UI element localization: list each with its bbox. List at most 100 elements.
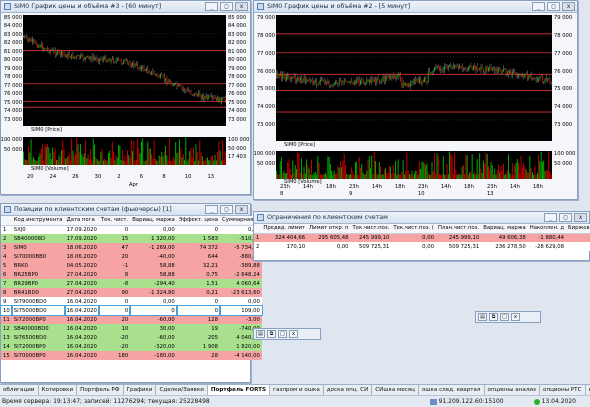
minimized-window-right[interactable]: ▤ ⧉ □ x <box>475 311 541 323</box>
table-row[interactable]: 1 324 404,66 295 605,48 245 999,10 0,00 245 9… <box>254 233 590 242</box>
workspace-tab[interactable]: опционы РТС <box>540 385 586 395</box>
limits-column-header[interactable]: Лимит откр. п <box>307 224 351 234</box>
workspace-tab[interactable]: доска опц. СИ <box>323 385 373 395</box>
workspace-tab[interactable]: ошка след. квартал <box>418 385 485 395</box>
table-row[interactable]: 14 SI72000BP0 16.04.2020 -20 -320,00 1 908 1 8… <box>1 342 262 351</box>
limits-column-header[interactable]: Вариац. маржа <box>481 224 528 234</box>
close-button[interactable]: x <box>562 2 575 11</box>
positions-column-header[interactable]: Вариац. маржа <box>130 216 177 226</box>
candle-body <box>189 91 191 93</box>
workspace-tab[interactable]: нефть <box>585 385 590 395</box>
chart1-volume-pane[interactable] <box>23 137 226 165</box>
maximize-button[interactable]: □ <box>500 313 509 321</box>
table-row[interactable]: 2 SB400008D 17.09.2020 15 1 320,00 1 583 -510,… <box>1 234 262 243</box>
candle-body <box>313 80 315 84</box>
workspace-tab[interactable]: Котировки <box>38 385 78 395</box>
chart-window-60min[interactable]: SIM0 График цены и объёма #3 - [60 минут… <box>0 0 251 195</box>
volume-bar <box>412 174 414 179</box>
limits-column-header[interactable]: Накоплен. д <box>527 224 566 234</box>
chart2-price-pane[interactable] <box>276 15 552 141</box>
chart2-volume-pane[interactable] <box>276 151 552 179</box>
volume-bar <box>134 160 136 165</box>
table-row[interactable]: 12 SB40000BD0 16.04.2020 10 30,00 19 -740,00 <box>1 324 262 333</box>
minimize-button[interactable]: _ <box>532 2 545 11</box>
workspace-tab[interactable]: облигации <box>0 385 39 395</box>
table-row[interactable]: 8 BR41BD0 27.04.2020 90 -1 324,80 0,21 -23 613… <box>1 288 262 297</box>
minimized-window-left[interactable]: ▤ ⧉ □ x <box>253 328 321 340</box>
chart2-titlebar[interactable]: SIM0 График цены и объёма #2 - [5 минут] <box>254 1 577 13</box>
candle-body <box>120 60 122 63</box>
positions-window[interactable]: Позиции по клиентским счетам (фьючерсы) … <box>0 203 263 383</box>
workspace-tab[interactable]: Сделки/Заявки <box>156 385 208 395</box>
chart-window-5min[interactable]: SIM0 График цены и объёма #2 - [5 минут]… <box>253 0 578 200</box>
table-row[interactable]: 10 SI75000BD0 16.04.2020 0 0 0 109,00 <box>0 305 263 316</box>
table-row[interactable]: 2 170,10 0,00 509 725,31 0,00 509 725,31 236 2… <box>254 242 590 251</box>
workspace-tab[interactable]: опционы анализ <box>484 385 541 395</box>
candle-body <box>291 78 292 80</box>
candle-body <box>96 58 98 61</box>
candle-body <box>94 58 95 59</box>
limits-column-header[interactable]: Тек.чист.поз. <box>350 224 392 234</box>
positions-column-header[interactable]: Дата пога <box>64 216 99 226</box>
close-button[interactable]: x <box>574 213 587 222</box>
workspace-tab[interactable]: Портфель РФ <box>77 385 124 395</box>
positions-column-header[interactable]: Эффект. цена <box>176 216 220 226</box>
volume-bar <box>322 174 324 179</box>
restore-button[interactable]: ⧉ <box>267 330 276 338</box>
table-row[interactable]: 9 SI79000BD0 16.04.2020 0 0,00 0 0,00 <box>1 297 262 306</box>
limits-column-header[interactable]: План.чист.поз. <box>435 224 482 234</box>
close-button[interactable]: x <box>235 2 248 11</box>
workspace-tab[interactable]: СИшка месяц <box>372 385 419 395</box>
positions-column-header[interactable]: Тек. чист. <box>98 216 131 226</box>
maximize-button[interactable]: □ <box>559 213 572 222</box>
limits-column-header[interactable]: Биржевые с <box>566 224 590 234</box>
candle-body <box>28 38 29 41</box>
limits-column-header[interactable] <box>254 224 262 234</box>
limits-titlebar[interactable]: Ограничения по клиентским счетам <box>254 212 589 224</box>
table-row[interactable]: 6 BR25BP0 27.04.2020 8 58,88 0,75 -2 648,24 <box>1 270 262 279</box>
minimize-button[interactable]: _ <box>205 2 218 11</box>
close-button[interactable]: x <box>289 330 298 338</box>
table-row[interactable]: 11 SI72000BP0 16.04.2020 20 -60,00 128 -3,00 <box>1 315 262 324</box>
chart1-right-tick: 75 000 <box>228 99 247 106</box>
candle-body <box>57 50 59 55</box>
candle-body <box>59 51 61 56</box>
positions-column-header[interactable]: Код инструмента <box>11 216 65 226</box>
table-row[interactable]: 7 BR29BP0 27.04.2020 -8 -294,40 1,51 4 060,64 <box>1 279 262 288</box>
table-row[interactable]: 1SXJ017.09.202000,0000,00 <box>1 225 262 234</box>
close-button[interactable]: x <box>511 313 520 321</box>
positions-table[interactable]: Код инструмента Дата пога Тек. чист. Вариац… <box>0 216 263 360</box>
candle-body <box>47 48 48 50</box>
table-row[interactable]: 4 SI70000BB0 18.06.2020 20 -40,00 644 -880,00 <box>1 252 262 261</box>
limits-column-header[interactable]: Тек.чист.поз. ( <box>391 224 436 234</box>
candle-body <box>33 39 35 41</box>
maximize-button[interactable]: □ <box>547 2 560 11</box>
volume-bar <box>58 155 60 165</box>
limits-window[interactable]: Ограничения по клиентским счетам _ □ x П… <box>253 211 590 261</box>
table-cell: 20 <box>98 315 131 324</box>
close-button[interactable]: x <box>235 205 248 214</box>
maximize-button[interactable]: □ <box>220 205 233 214</box>
workspace-tab[interactable]: газпром и ошка <box>270 385 324 395</box>
volume-bar <box>307 165 309 179</box>
volume-bar <box>334 173 336 179</box>
candle-body <box>45 48 47 50</box>
table-row[interactable]: 15 SI70000BP0 16.04.2020 180 -180,00 28 -4 140… <box>1 351 262 360</box>
limits-table[interactable]: Предвд. лимит Лимит откр. п Тек.чист.поз. Т… <box>254 224 590 251</box>
workspace-tab[interactable]: Портфель FORTS <box>207 385 271 395</box>
volume-bar <box>425 165 427 179</box>
minimize-button[interactable]: _ <box>544 213 557 222</box>
maximize-button[interactable]: □ <box>278 330 287 338</box>
restore-button[interactable]: ⧉ <box>489 313 498 321</box>
volume-bar <box>306 159 307 179</box>
minimize-button[interactable]: _ <box>205 205 218 214</box>
chart1-volume-right-axis: 100 000 50 000 17 403 <box>226 137 250 167</box>
table-row[interactable]: 3 SIM0 18.06.2020 47 -1 269,00 74 372 -5 734,0… <box>1 243 262 252</box>
maximize-button[interactable]: □ <box>220 2 233 11</box>
limits-column-header[interactable]: Предвд. лимит <box>261 224 308 234</box>
table-row[interactable]: 5 BRK0 04.05.2020 -1 58,88 32,21 -389,88 <box>1 261 262 270</box>
positions-column-header[interactable] <box>1 216 12 226</box>
chart1-price-pane[interactable] <box>23 15 226 126</box>
workspace-tab[interactable]: Графики <box>123 385 157 395</box>
table-row[interactable]: 13 SI76500BD0 16.04.2020 -20 -60,00 205 4 040,… <box>1 333 262 342</box>
